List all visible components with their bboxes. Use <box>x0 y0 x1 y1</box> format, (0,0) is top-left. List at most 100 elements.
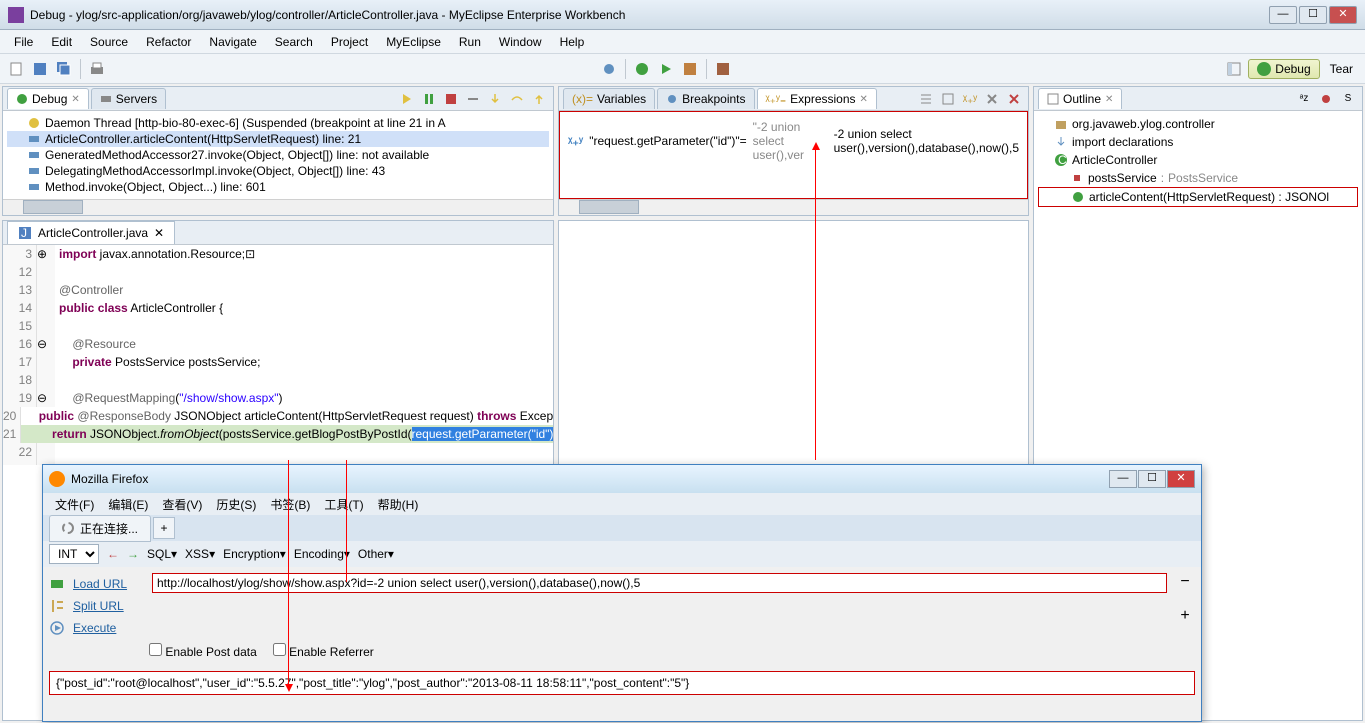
run-dropdown[interactable] <box>656 59 676 79</box>
print-button[interactable] <box>87 59 107 79</box>
hackbar-encryption[interactable]: Encryption▾ <box>223 547 286 561</box>
tab-outline[interactable]: Outline ✕ <box>1038 88 1122 109</box>
save-button[interactable] <box>30 59 50 79</box>
stack-frame[interactable]: Method.invoke(Object, Object...) line: 6… <box>7 179 549 195</box>
maximize-button[interactable]: ☐ <box>1299 6 1327 24</box>
ff-maximize[interactable]: ☐ <box>1138 470 1166 488</box>
hackbar-plus[interactable]: + <box>1175 607 1195 625</box>
resume-button[interactable] <box>397 89 417 109</box>
menu-edit[interactable]: Edit <box>43 32 80 52</box>
terminate-button[interactable] <box>441 89 461 109</box>
close-icon[interactable]: ✕ <box>71 94 79 105</box>
ext-tools-button[interactable] <box>713 59 733 79</box>
hackbar-sql[interactable]: SQL▾ <box>147 547 177 561</box>
menu-navigate[interactable]: Navigate <box>201 32 264 52</box>
hackbar-decr[interactable]: ← <box>107 547 119 561</box>
print-icon <box>89 61 105 77</box>
window-controls: — ☐ ✕ <box>1269 6 1357 24</box>
thread-row[interactable]: Daemon Thread [http-bio-80-exec-6] (Susp… <box>7 115 549 131</box>
collapse-button[interactable] <box>938 89 958 109</box>
ff-menu-help[interactable]: 帮助(H) <box>372 494 425 515</box>
step-over-button[interactable] <box>507 89 527 109</box>
code-editor[interactable]: 3⊕import javax.annotation.Resource;⊡ 12 … <box>3 245 553 465</box>
menu-refactor[interactable]: Refactor <box>138 32 199 52</box>
stack-frame[interactable]: GeneratedMethodAccessor27.invoke(Object,… <box>7 147 549 163</box>
hackbar-xss[interactable]: XSS▾ <box>185 547 215 561</box>
ff-menu-bookmarks[interactable]: 书签(B) <box>264 494 316 515</box>
step-return-button[interactable] <box>529 89 549 109</box>
tab-servers[interactable]: Servers <box>91 88 166 109</box>
annotation-line <box>815 148 816 460</box>
ff-menu-edit[interactable]: 编辑(E) <box>102 494 154 515</box>
tab-variables[interactable]: (x)= Variables <box>563 88 655 109</box>
annotation-line <box>288 460 289 684</box>
close-icon[interactable]: ✕ <box>1105 94 1113 105</box>
ff-close[interactable]: ✕ <box>1167 470 1195 488</box>
enable-post-check[interactable]: Enable Post data <box>149 643 257 659</box>
new-button[interactable] <box>6 59 26 79</box>
tab-debug[interactable]: Debug ✕ <box>7 88 89 109</box>
new-tab-button[interactable]: + <box>153 517 175 539</box>
scrollbar[interactable] <box>559 199 1028 215</box>
editor-tab[interactable]: J ArticleController.java ✕ <box>7 221 175 244</box>
scrollbar[interactable] <box>3 199 553 215</box>
menu-project[interactable]: Project <box>323 32 376 52</box>
remove-all-button[interactable] <box>1004 89 1024 109</box>
skip-breakpoints-button[interactable] <box>599 59 619 79</box>
outline-class[interactable]: C ArticleController <box>1038 151 1358 169</box>
hackbar-url-input[interactable]: http://localhost/ylog/show/show.aspx?id=… <box>152 573 1167 593</box>
hackbar-other[interactable]: Other▾ <box>358 547 394 561</box>
menu-search[interactable]: Search <box>267 32 321 52</box>
menu-myeclipse[interactable]: MyEclipse <box>378 32 449 52</box>
save-all-button[interactable] <box>54 59 74 79</box>
tab-expressions[interactable]: ᵡ₊ʸ₌ Expressions ✕ <box>757 88 877 109</box>
hackbar-db-select[interactable]: INT <box>49 544 99 564</box>
team-label: Tear <box>1330 62 1353 76</box>
outline-field[interactable]: postsService : PostsService <box>1038 169 1358 187</box>
window-title: Debug - ylog/src-application/org/javaweb… <box>30 8 1269 22</box>
open-perspective-button[interactable] <box>1224 59 1244 79</box>
load-url-row[interactable]: Load URL <box>49 573 144 595</box>
hackbar-encoding[interactable]: Encoding▾ <box>294 547 350 561</box>
outline-method[interactable]: articleContent(HttpServletRequest) : JSO… <box>1038 187 1358 207</box>
outline-package[interactable]: org.javaweb.ylog.controller <box>1038 115 1358 133</box>
execute-row[interactable]: Execute <box>49 617 144 639</box>
outline-imports[interactable]: import declarations <box>1038 133 1358 151</box>
stack-frame[interactable]: DelegatingMethodAccessorImpl.invoke(Obje… <box>7 163 549 179</box>
tree-button[interactable] <box>916 89 936 109</box>
split-url-row[interactable]: Split URL <box>49 595 144 617</box>
close-icon[interactable]: ✕ <box>154 226 164 240</box>
menu-file[interactable]: File <box>6 32 41 52</box>
suspend-button[interactable] <box>419 89 439 109</box>
close-button[interactable]: ✕ <box>1329 6 1357 24</box>
add-expr-button[interactable]: ᵡ₊ʸ <box>960 89 980 109</box>
menu-window[interactable]: Window <box>491 32 550 52</box>
ff-minimize[interactable]: — <box>1109 470 1137 488</box>
hide-fields-button[interactable] <box>1316 89 1336 109</box>
tab-breakpoints[interactable]: Breakpoints <box>657 88 754 109</box>
hackbar-minus[interactable]: − <box>1175 573 1195 591</box>
close-icon[interactable]: ✕ <box>860 94 868 105</box>
debug-perspective-badge[interactable]: Debug <box>1248 59 1319 79</box>
team-perspective[interactable]: Tear <box>1324 60 1359 78</box>
remove-button[interactable] <box>982 89 1002 109</box>
hide-static-button[interactable]: S <box>1338 89 1358 109</box>
ff-menu-history[interactable]: 历史(S) <box>210 494 262 515</box>
sort-button[interactable]: ᵃz <box>1294 89 1314 109</box>
firefox-tab[interactable]: 正在连接... <box>49 515 151 542</box>
menu-help[interactable]: Help <box>552 32 593 52</box>
hackbar-incr[interactable]: → <box>127 547 139 561</box>
ff-menu-tools[interactable]: 工具(T) <box>318 494 369 515</box>
menu-source[interactable]: Source <box>82 32 136 52</box>
hackbar-checks: Enable Post data Enable Referrer <box>49 639 1195 663</box>
stack-frame[interactable]: ArticleController.articleContent(HttpSer… <box>7 131 549 147</box>
minimize-button[interactable]: — <box>1269 6 1297 24</box>
menu-run[interactable]: Run <box>451 32 489 52</box>
step-into-button[interactable] <box>485 89 505 109</box>
ff-menu-file[interactable]: 文件(F) <box>49 494 100 515</box>
expression-row[interactable]: ᵡ₊ʸ "request.getParameter("id")"= "-2 un… <box>564 116 1023 166</box>
disconnect-button[interactable] <box>463 89 483 109</box>
coverage-button[interactable] <box>680 59 700 79</box>
ff-menu-view[interactable]: 查看(V) <box>156 494 208 515</box>
debug-dropdown[interactable] <box>632 59 652 79</box>
